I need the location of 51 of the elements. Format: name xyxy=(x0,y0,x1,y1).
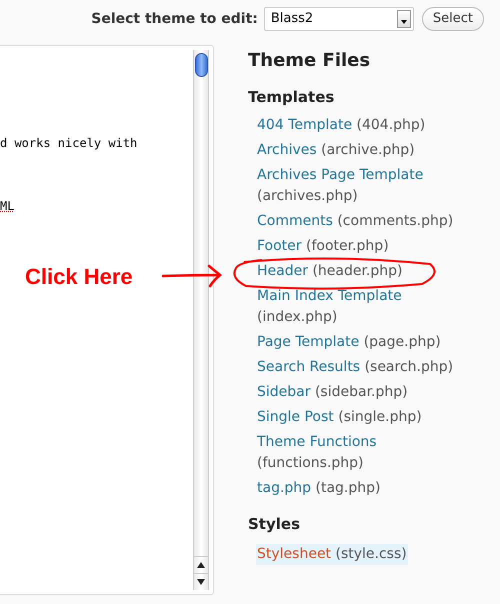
file-link[interactable]: Search Results xyxy=(257,358,360,374)
file-name-text: (style.css) xyxy=(336,546,407,562)
file-name-text: (search.php) xyxy=(364,358,454,374)
section-heading: Templates xyxy=(248,87,336,108)
file-name-text: (functions.php) xyxy=(257,454,364,470)
file-name-text: (404.php) xyxy=(356,116,426,132)
file-link[interactable]: Archives xyxy=(257,142,317,158)
file-name-text: (comments.php) xyxy=(337,212,454,228)
file-link[interactable]: tag.php xyxy=(257,480,312,496)
file-name-text: (archives.php) xyxy=(257,188,358,204)
template-file-item[interactable]: Sidebar (sidebar.php) xyxy=(256,382,462,402)
file-link[interactable]: Single Post xyxy=(257,408,334,424)
file-link[interactable]: 404 Template xyxy=(257,116,352,132)
file-name-text: (index.php) xyxy=(257,308,338,324)
theme-dropdown[interactable]: Blass2 xyxy=(264,7,414,31)
template-file-item[interactable]: Page Template (page.php) xyxy=(256,332,462,352)
file-name-text: (tag.php) xyxy=(316,480,380,496)
template-file-item[interactable]: Main Index Template (index.php) xyxy=(256,286,462,328)
template-file-item[interactable]: Header (header.php) xyxy=(256,260,462,282)
theme-files-heading: Theme Files xyxy=(248,49,372,73)
file-link[interactable]: Page Template xyxy=(257,334,360,350)
template-file-item[interactable]: Stylesheet (style.css) xyxy=(256,544,408,565)
file-link[interactable]: Archives Page Template xyxy=(257,166,424,182)
file-link[interactable]: Sidebar xyxy=(257,384,310,400)
template-file-item[interactable]: Archives (archive.php) xyxy=(256,140,462,160)
file-link[interactable]: Stylesheet xyxy=(257,546,332,562)
file-link[interactable]: Footer xyxy=(257,238,302,254)
template-file-item[interactable]: 404 Template (404.php) xyxy=(256,114,462,136)
code-line: ML xyxy=(0,199,14,213)
code-line: d works nicely with xyxy=(0,136,138,150)
template-file-item[interactable]: Archives Page Template (archives.php) xyxy=(256,164,462,206)
file-link[interactable]: Comments xyxy=(257,212,333,228)
file-name-text: (footer.php) xyxy=(306,238,389,254)
file-name-text: (sidebar.php) xyxy=(314,384,408,400)
file-name-text: (archive.php) xyxy=(321,142,415,158)
file-name-text: (header.php) xyxy=(312,262,402,278)
file-name-text: (single.php) xyxy=(338,408,422,424)
select-button[interactable]: Select xyxy=(422,7,484,31)
section-heading: Styles xyxy=(248,514,301,534)
template-file-item[interactable]: Comments (comments.php) xyxy=(256,210,462,232)
template-file-item[interactable]: Search Results (search.php) xyxy=(256,356,462,378)
template-file-item[interactable]: Footer (footer.php) xyxy=(256,236,462,256)
template-file-item[interactable]: Theme Functions (functions.php) xyxy=(256,432,462,474)
annotation-text: Click Here xyxy=(25,263,133,291)
file-link[interactable]: Main Index Template xyxy=(257,288,402,304)
file-name-text: (page.php) xyxy=(364,334,441,350)
select-theme-label: Select theme to edit: xyxy=(91,10,258,28)
file-link[interactable]: Header xyxy=(257,262,308,278)
template-file-item[interactable]: Single Post (single.php) xyxy=(256,406,462,428)
template-file-item[interactable]: tag.php (tag.php) xyxy=(256,478,462,498)
file-link[interactable]: Theme Functions xyxy=(257,434,377,450)
